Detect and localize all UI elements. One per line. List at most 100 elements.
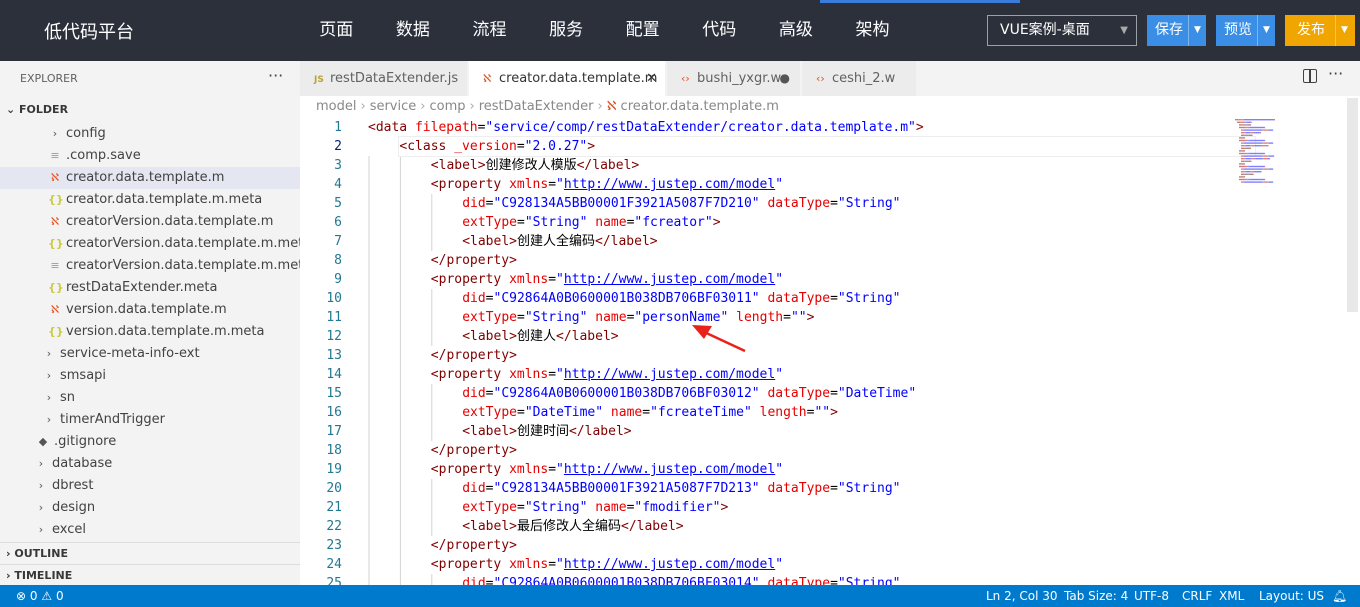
code-token: <property <box>430 272 510 287</box>
keyboard-layout[interactable]: Layout: US <box>1259 585 1324 607</box>
code-text: <property xmlns="http://www.justep.com/m… <box>431 555 783 574</box>
line-number: 21 <box>326 500 342 515</box>
minimap-token <box>1268 158 1270 160</box>
nav-item-6[interactable]: 高级 <box>758 0 835 61</box>
nav-item-3[interactable]: 服务 <box>528 0 605 61</box>
publish-button[interactable]: 发布 ▼ <box>1285 15 1355 46</box>
split-editor-icon[interactable] <box>1303 69 1317 83</box>
nav-item-1[interactable]: 数据 <box>375 0 452 61</box>
nav-item-2[interactable]: 流程 <box>451 0 528 61</box>
breadcrumb-item[interactable]: comp <box>429 99 465 114</box>
minimap-token <box>1247 160 1252 162</box>
code-text: <property xmlns="http://www.justep.com/m… <box>431 175 783 194</box>
save-button-label: 保存 <box>1155 22 1183 38</box>
close-icon[interactable]: ✕ <box>646 61 657 96</box>
nav-item-4[interactable]: 配置 <box>604 0 681 61</box>
more-actions-icon[interactable]: ··· <box>268 66 283 85</box>
breadcrumb-item[interactable]: creator.data.template.m <box>621 99 779 114</box>
language-mode[interactable]: XML <box>1219 585 1244 607</box>
file-tree-item[interactable]: › config <box>0 123 300 145</box>
cursor-position[interactable]: Ln 2, Col 30 <box>986 585 1058 607</box>
file-tree-item[interactable]: ≡ creatorVersion.data.template.m.meta.bak <box>0 255 300 277</box>
file-tree-item[interactable]: › excel <box>0 519 300 541</box>
breadcrumb-item[interactable]: model <box>316 99 356 114</box>
code-token: did <box>462 291 486 306</box>
tab-bushi-yxgr[interactable]: ‹› bushi_yxgr.w ● <box>667 61 801 96</box>
code-text: <data filepath="service/comp/restDataExt… <box>368 118 924 137</box>
project-select[interactable]: VUE案例-桌面 ▼ <box>987 15 1137 46</box>
file-tree-item[interactable]: ℵ creatorVersion.data.template.m <box>0 211 300 233</box>
outline-section-header[interactable]: › OUTLINE <box>0 542 300 564</box>
minimap-token <box>1242 181 1244 183</box>
file-tree-item-label: restDataExtender.meta <box>66 280 218 295</box>
minimap-token <box>1241 134 1245 136</box>
code-editor[interactable]: 1 <data filepath="service/comp/restDataEx… <box>300 118 1345 585</box>
line-number: 7 <box>334 234 342 249</box>
file-tree-item[interactable]: › service-meta-info-ext <box>0 343 300 365</box>
breadcrumb-item[interactable]: restDataExtender <box>479 99 594 114</box>
file-tree-item[interactable]: ℵ creator.data.template.m <box>0 167 300 189</box>
save-button[interactable]: 保存 ▼ <box>1147 15 1206 46</box>
file-tree-item[interactable]: › sn <box>0 387 300 409</box>
tab-label: bushi_yxgr.w <box>697 71 782 86</box>
file-tree-item[interactable]: › timerAndTrigger <box>0 409 300 431</box>
file-tree-item-label: creatorVersion.data.template.m.meta <box>66 236 300 251</box>
file-tree-item-label: smsapi <box>60 368 107 383</box>
breadcrumb-item[interactable]: service <box>370 99 417 114</box>
tab-creator-data-template[interactable]: ℵ creator.data.template.m ✕ <box>469 61 666 96</box>
file-tree-item[interactable]: › smsapi <box>0 365 300 387</box>
tab-restdataextender-js[interactable]: JS restDataExtender.js <box>300 61 468 96</box>
minimap[interactable] <box>1233 118 1313 190</box>
minimap-token <box>1241 171 1245 173</box>
code-line: 10 did="C92864A0B0600001B038DB706BF03011"… <box>300 289 1345 308</box>
chevron-right-icon: › <box>46 369 52 382</box>
file-tree-item[interactable]: › database <box>0 453 300 475</box>
code-token: " <box>775 462 784 477</box>
minimap-token <box>1239 124 1243 126</box>
file-tree-item[interactable]: › dbrest <box>0 475 300 497</box>
nav-item-5[interactable]: 代码 <box>681 0 758 61</box>
code-token: </label> <box>569 424 632 439</box>
encoding[interactable]: UTF-8 <box>1134 585 1169 607</box>
problems-indicator[interactable]: ⊗ 0 ⚠ 0 <box>16 585 64 607</box>
scrollbar-thumb[interactable] <box>1347 98 1358 312</box>
code-token: http://www.justep.com/model <box>563 272 776 287</box>
more-actions-icon[interactable]: ··· <box>1328 64 1343 83</box>
code-token: did <box>462 481 486 496</box>
folder-section-header[interactable]: ⌄ FOLDER <box>0 99 300 121</box>
publish-dropdown-arrow-icon[interactable]: ▼ <box>1335 15 1353 46</box>
notifications-bell-icon[interactable]: 🔔︎ <box>1332 585 1347 607</box>
file-tree-item[interactable]: ℵ version.data.template.m <box>0 299 300 321</box>
preview-dropdown-arrow-icon[interactable]: ▼ <box>1257 15 1275 46</box>
line-number: 4 <box>334 177 342 192</box>
file-tree-item[interactable]: {} creatorVersion.data.template.m.meta <box>0 233 300 255</box>
file-tree-item[interactable]: {} version.data.template.m.meta <box>0 321 300 343</box>
minimap-token <box>1251 145 1254 147</box>
tab-size[interactable]: Tab Size: 4 <box>1064 585 1128 607</box>
file-tree-item[interactable]: {} restDataExtender.meta <box>0 277 300 299</box>
preview-button[interactable]: 预览 ▼ <box>1216 15 1275 46</box>
code-token: filepath <box>414 120 478 135</box>
save-dropdown-arrow-icon[interactable]: ▼ <box>1188 15 1206 46</box>
code-text: <property xmlns="http://www.justep.com/m… <box>431 365 783 384</box>
nav-item-7[interactable]: 架构 <box>834 0 911 61</box>
timeline-section-header[interactable]: › TIMELINE <box>0 564 300 585</box>
file-tree-item[interactable]: ◆ .gitignore <box>0 431 300 453</box>
minimap-token <box>1252 158 1255 160</box>
code-token: "DateTime" <box>524 405 604 420</box>
tab-ceshi-2[interactable]: ‹› ceshi_2.w <box>802 61 917 96</box>
end-of-line[interactable]: CRLF <box>1182 585 1212 607</box>
minimap-token <box>1267 158 1268 160</box>
code-token: " <box>556 557 564 572</box>
nav-item-0[interactable]: 页面 <box>298 0 375 61</box>
app-title: 低代码平台 <box>44 22 134 43</box>
file-tree-item[interactable]: {} creator.data.template.m.meta <box>0 189 300 211</box>
explorer-sidebar: EXPLORER ··· ⌄ FOLDER › config ≡ .comp.save… <box>0 61 300 585</box>
code-line: 17 <label>创建时间</label> <box>300 422 1345 441</box>
file-tree-item[interactable]: ≡ .comp.save <box>0 145 300 167</box>
line-number: 6 <box>334 215 342 230</box>
line-number: 16 <box>326 405 342 420</box>
file-tree-item-label: service-meta-info-ext <box>60 346 200 361</box>
file-tree-item[interactable]: › design <box>0 497 300 519</box>
unsaved-dot-icon[interactable]: ● <box>780 61 790 96</box>
